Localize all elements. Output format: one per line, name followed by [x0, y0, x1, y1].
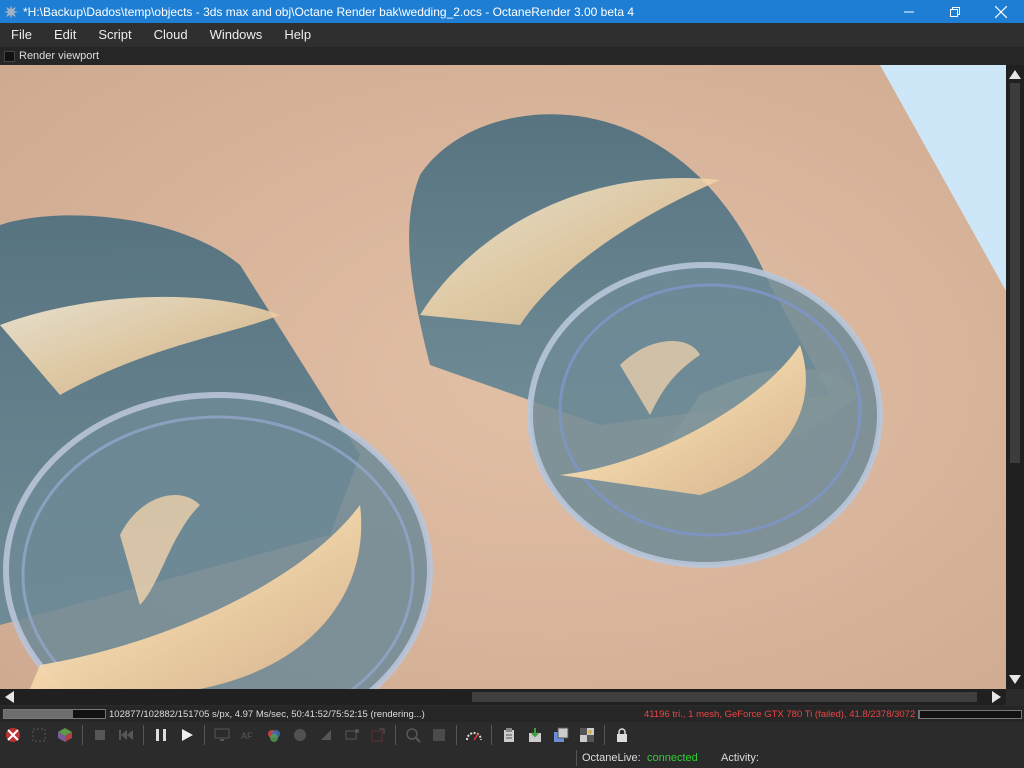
layers-icon [554, 727, 569, 742]
viewport-checkbox[interactable] [4, 50, 15, 62]
background-image-button[interactable] [577, 725, 597, 745]
camera-target-button[interactable] [342, 725, 362, 745]
lock-viewport-button[interactable] [612, 725, 632, 745]
toolbar-separator [456, 725, 457, 745]
restore-button[interactable] [932, 0, 978, 23]
cube-icon [58, 728, 72, 742]
rewind-icon [119, 730, 133, 740]
horizontal-scrollbar[interactable] [0, 689, 1006, 705]
octane-app-icon [4, 4, 18, 19]
menu-edit[interactable]: Edit [43, 23, 87, 47]
minimize-icon [904, 11, 914, 12]
toolbar-separator [82, 725, 83, 745]
object-picker-icon [321, 730, 331, 740]
zoom-button[interactable] [403, 725, 423, 745]
vertical-scroll-thumb[interactable] [1010, 83, 1020, 463]
gpu-memory-fill [919, 711, 921, 718]
render-priority-button[interactable] [464, 725, 484, 745]
reset-render-icon [6, 728, 20, 742]
toolbar-separator [143, 725, 144, 745]
gpu-info-text: 41196 tri., 1 mesh, GeForce GTX 780 Ti (… [644, 709, 933, 720]
horizontal-scroll-thumb[interactable] [472, 692, 977, 702]
stop-render-button[interactable] [3, 725, 23, 745]
stop-button[interactable] [90, 725, 110, 745]
object-picker-button[interactable] [316, 725, 336, 745]
save-image-icon [529, 728, 541, 742]
play-icon [182, 729, 193, 741]
checker-icon [580, 728, 594, 742]
gpu-memory-bar [918, 710, 1022, 719]
scroll-right-icon[interactable] [988, 689, 1004, 705]
menu-bar: File Edit Script Cloud Windows Help [0, 23, 1024, 47]
white-balance-button[interactable] [264, 725, 284, 745]
region-render-button[interactable] [29, 725, 49, 745]
svg-text:AF: AF [241, 731, 253, 741]
close-icon [995, 5, 1007, 18]
menu-help[interactable]: Help [273, 23, 322, 47]
render-region-button[interactable] [368, 725, 388, 745]
autofocus-icon: AF [241, 731, 253, 741]
render-progress-fill [4, 710, 73, 718]
render-status-line: 102877/102882/151705 s/px, 4.97 Ms/sec, … [0, 706, 1024, 722]
material-preview-button[interactable] [55, 725, 75, 745]
clipboard-icon [504, 728, 514, 742]
autofocus-button[interactable]: AF [238, 725, 258, 745]
render-viewport[interactable] [0, 65, 1006, 689]
lock-icon [617, 728, 627, 742]
toolbar-separator [491, 725, 492, 745]
render-image [0, 65, 1006, 689]
stop-icon [95, 730, 105, 740]
export-passes-button[interactable] [551, 725, 571, 745]
octane-live-label: OctaneLive: [582, 752, 641, 764]
viewport-header: Render viewport [0, 47, 1024, 65]
copy-to-clipboard-button[interactable] [499, 725, 519, 745]
toolbar-separator [604, 725, 605, 745]
render-toolbar: AF [0, 722, 1024, 748]
toolbar-separator [395, 725, 396, 745]
scroll-up-icon[interactable] [1006, 67, 1024, 83]
material-picker-button[interactable] [290, 725, 310, 745]
realtime-button[interactable] [212, 725, 232, 745]
restore-icon [950, 6, 960, 17]
viewport-title: Render viewport [19, 50, 100, 62]
sphere-picker-icon [294, 729, 306, 741]
activity-label: Activity: [721, 752, 759, 764]
gauge-icon [466, 732, 482, 741]
render-region-icon [371, 728, 385, 742]
pause-button[interactable] [151, 725, 171, 745]
color-picker-icon [268, 730, 280, 742]
toolbar-separator [204, 725, 205, 745]
zoom-icon [406, 728, 421, 743]
monitor-icon [214, 728, 230, 741]
minimize-button[interactable] [886, 0, 932, 23]
render-stats-text: 102877/102882/151705 s/px, 4.97 Ms/sec, … [109, 708, 425, 720]
scroll-left-icon[interactable] [2, 689, 18, 705]
save-render-button[interactable] [525, 725, 545, 745]
pause-icon [156, 729, 166, 741]
octane-live-status: connected [647, 752, 698, 764]
title-bar: *H:\Backup\Dados\temp\objects - 3ds max … [0, 0, 1024, 23]
region-icon [32, 728, 46, 742]
bottom-status-bar: OctaneLive: connected Activity: [0, 748, 1024, 768]
lock-region-button[interactable] [429, 725, 449, 745]
menu-file[interactable]: File [0, 23, 43, 47]
region-lock-icon [433, 729, 445, 741]
window-title: *H:\Backup\Dados\temp\objects - 3ds max … [23, 4, 635, 19]
status-divider [576, 750, 577, 766]
menu-cloud[interactable]: Cloud [143, 23, 199, 47]
render-progress-bar [3, 709, 106, 719]
menu-script[interactable]: Script [87, 23, 142, 47]
close-button[interactable] [978, 0, 1024, 23]
restart-button[interactable] [116, 725, 136, 745]
vertical-scrollbar[interactable] [1006, 65, 1024, 689]
scroll-down-icon[interactable] [1006, 671, 1024, 687]
start-render-button[interactable] [177, 725, 197, 745]
camera-target-icon [345, 729, 359, 740]
menu-windows[interactable]: Windows [199, 23, 274, 47]
